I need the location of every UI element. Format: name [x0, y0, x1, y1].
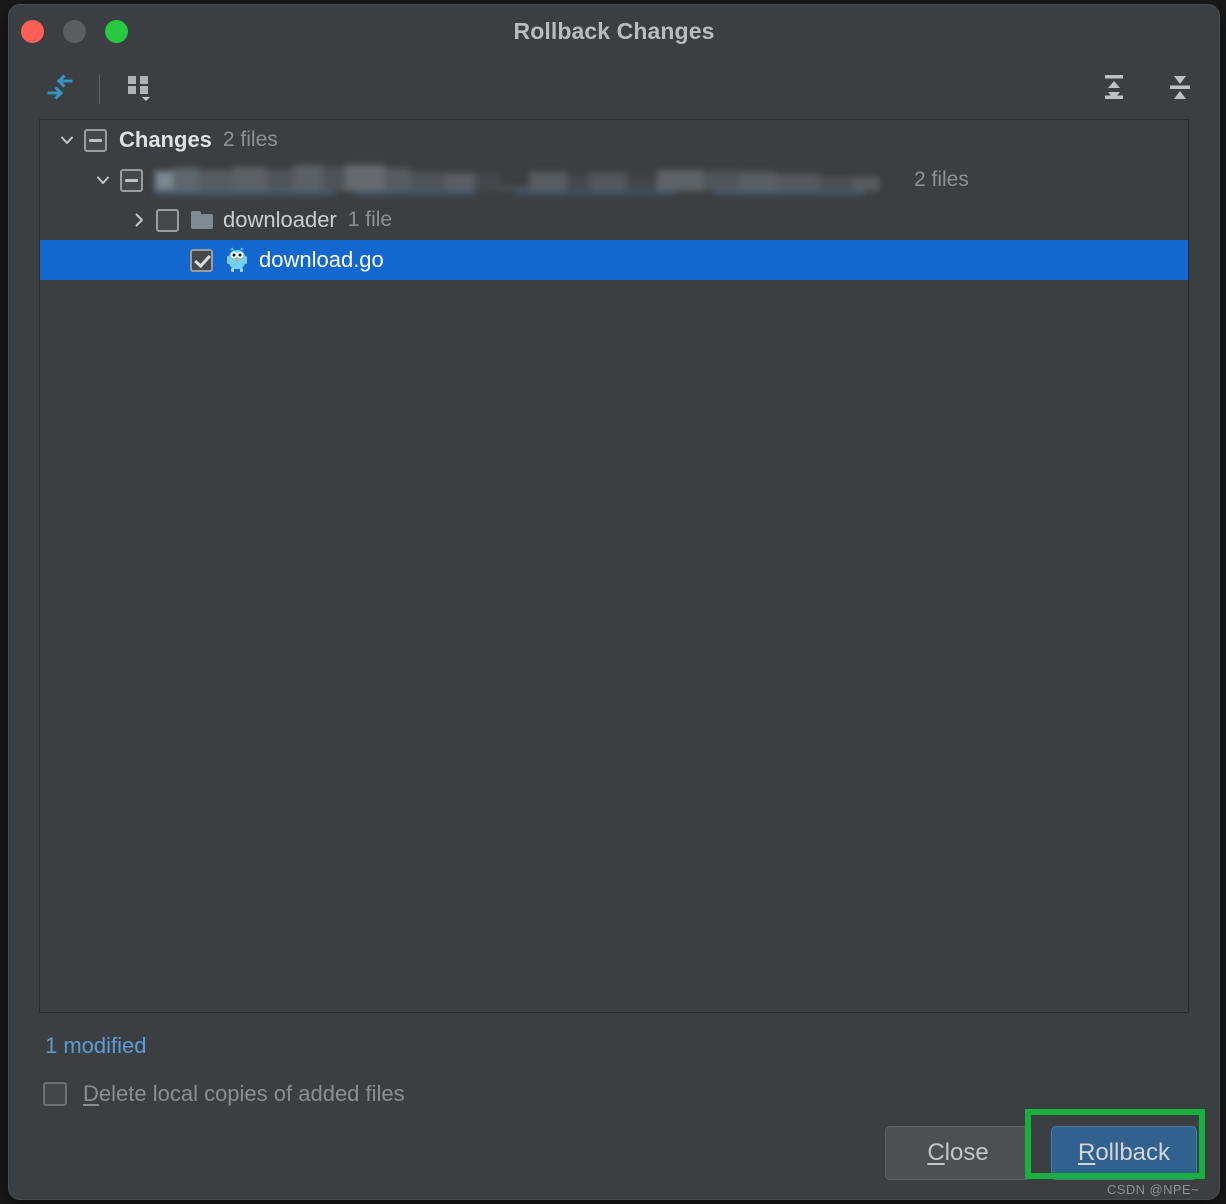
tree-count-changes: 2 files [222, 128, 278, 151]
collapse-arrows-icon [45, 72, 75, 107]
tree-checkbox-downloader[interactable] [156, 208, 179, 232]
close-button[interactable]: Close [885, 1126, 1031, 1180]
changes-tree-panel[interactable]: Changes 2 files 2 files downloader 1 fil… [39, 119, 1189, 1013]
toolbar-left-group [39, 68, 160, 110]
title-bar: Rollback Changes [9, 5, 1219, 59]
tree-label-changes: Changes [119, 127, 212, 152]
delete-local-copies-mnemonic: D [83, 1081, 99, 1106]
page-title: Rollback Changes [513, 18, 715, 44]
group-by-grid-icon [123, 71, 155, 108]
tree-count-downloader: 1 file [347, 208, 393, 231]
close-button-mnemonic: C [927, 1139, 945, 1166]
tree-row-download-go[interactable]: download.go [40, 240, 1188, 280]
redacted-label [155, 165, 900, 195]
delete-local-copies-checkbox[interactable] [43, 1082, 67, 1106]
expand-all-button[interactable] [1093, 68, 1135, 110]
close-button-label: lose [944, 1139, 989, 1166]
collapse-arrows-button[interactable] [39, 68, 81, 110]
twisty-placeholder [156, 240, 190, 280]
changes-tree: Changes 2 files 2 files downloader 1 fil… [40, 120, 1188, 280]
status-text: 1 modified [45, 1033, 147, 1058]
dialog-button-bar: Close Rollback CSDN @NPE~ [9, 1107, 1219, 1199]
collapse-all-icon [1164, 71, 1196, 108]
go-gopher-icon [225, 247, 249, 273]
collapse-all-button[interactable] [1159, 68, 1201, 110]
rollback-button-label: ollback [1095, 1139, 1171, 1166]
rollback-button-mnemonic: R [1077, 1139, 1096, 1166]
toolbar [9, 59, 1219, 119]
watermark: CSDN @NPE~ [1107, 1182, 1199, 1197]
toolbar-separator [99, 74, 100, 104]
delete-local-copies-label: Delete local copies of added files [83, 1081, 405, 1107]
chevron-right-icon[interactable] [122, 200, 156, 240]
tree-count-redacted-changelist: 2 files [914, 168, 969, 191]
tree-row-downloader[interactable]: downloader 1 file [40, 200, 1188, 240]
tree-checkbox-changes[interactable] [84, 128, 107, 152]
rollback-changes-dialog: Rollback Changes Changes 2 files 2 files… [8, 4, 1220, 1200]
toolbar-right-group [1093, 68, 1201, 110]
folder-icon [191, 211, 213, 229]
delete-local-copies-label-rest: elete local copies of added files [98, 1081, 405, 1106]
tree-label-downloader: downloader [223, 207, 337, 232]
rollback-button[interactable]: Rollback [1051, 1126, 1197, 1180]
tree-row-redacted-changelist[interactable]: 2 files [40, 160, 1188, 200]
tree-label-download-go: download.go [259, 247, 384, 272]
tree-checkbox-redacted-changelist[interactable] [120, 168, 143, 192]
group-by-button[interactable] [118, 68, 160, 110]
tree-checkbox-download-go[interactable] [190, 248, 213, 272]
chevron-down-icon[interactable] [50, 120, 84, 160]
delete-local-copies-option[interactable]: Delete local copies of added files [9, 1059, 1219, 1107]
expand-all-icon [1098, 71, 1130, 108]
chevron-down-icon[interactable] [86, 160, 120, 200]
tree-row-changes[interactable]: Changes 2 files [40, 120, 1188, 160]
